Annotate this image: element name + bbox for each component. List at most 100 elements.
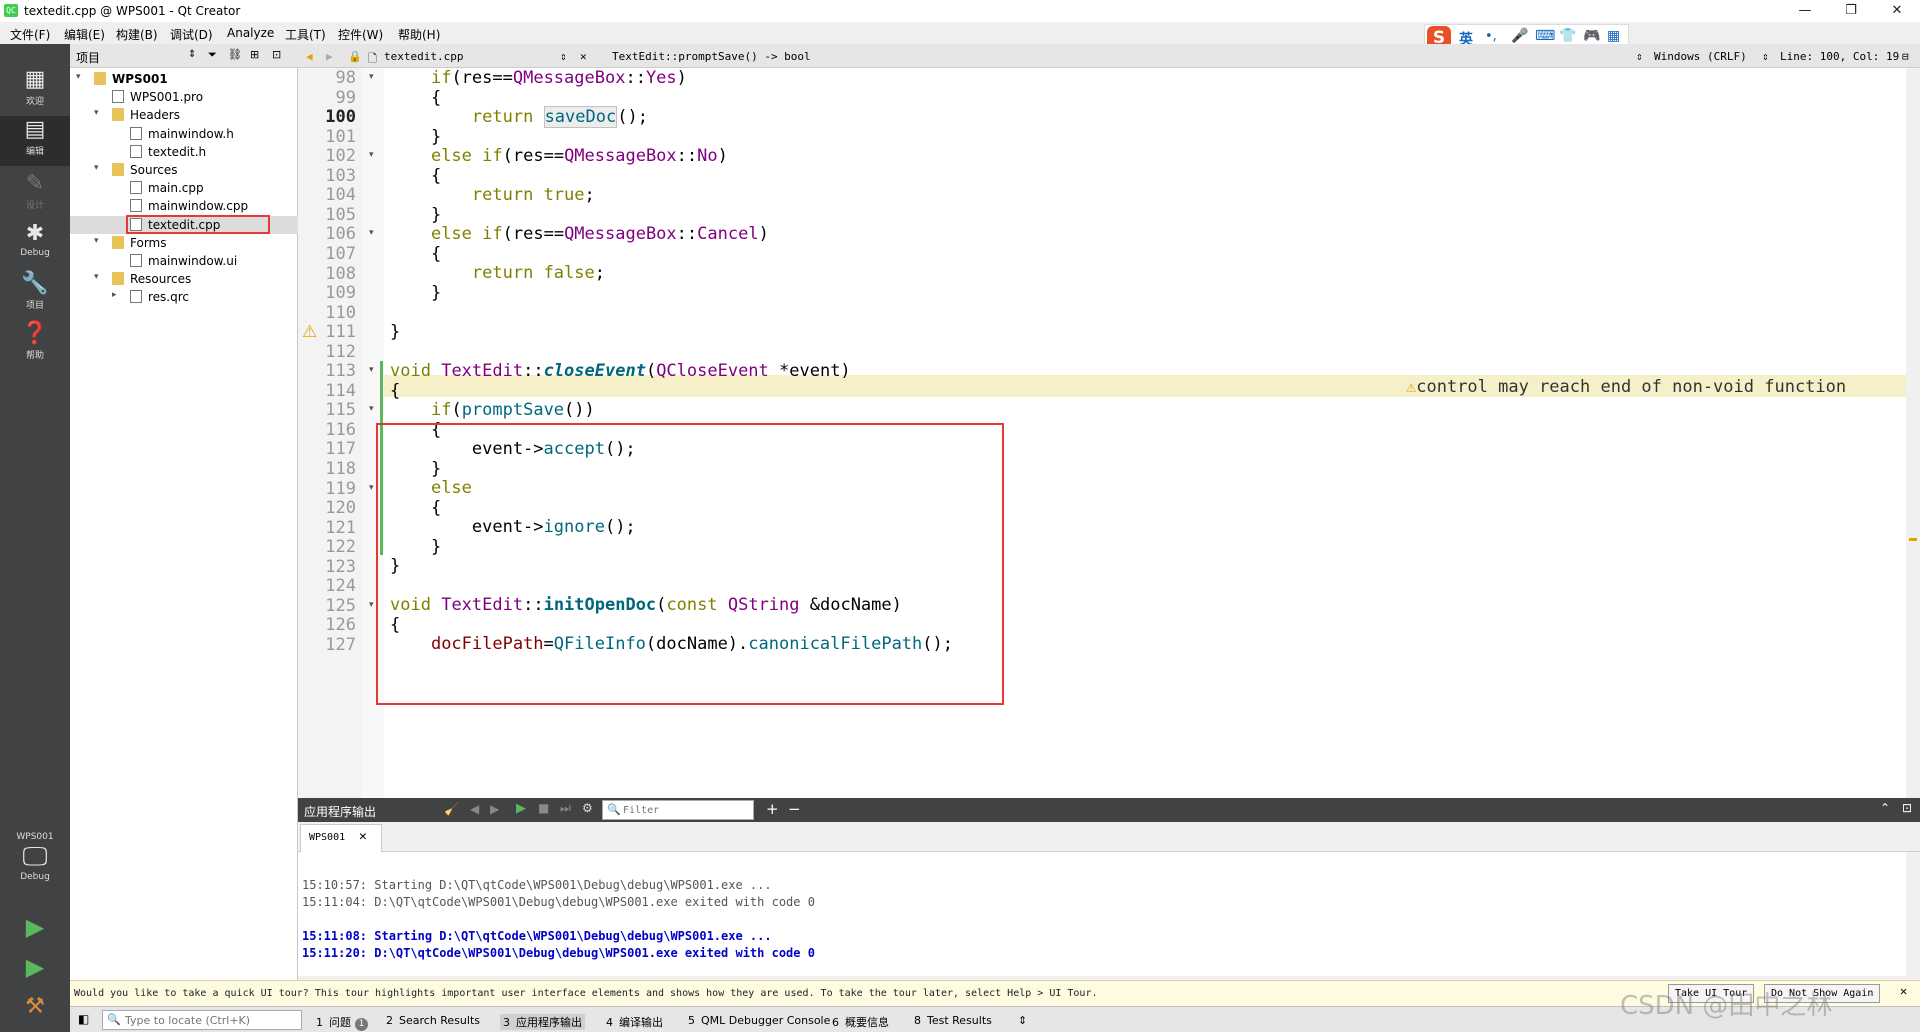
cursor-position[interactable]: Line: 100, Col: 19 <box>1780 50 1899 63</box>
chevron-updown-icon[interactable]: ⇕ <box>560 50 567 63</box>
output-pane-tab-1[interactable]: 1 问题 1 <box>316 1014 368 1031</box>
menu-edit[interactable]: 编辑(E) <box>64 26 105 43</box>
filter-field[interactable]: 🔍 <box>602 800 754 820</box>
output-pane-tab-6[interactable]: 6 概要信息 <box>832 1014 889 1030</box>
tree-item-main-cpp[interactable]: main.cpp <box>70 179 298 197</box>
output-pane-tab-2[interactable]: 2 Search Results <box>386 1014 480 1027</box>
tree-item-sources[interactable]: ▾ Sources <box>70 161 298 179</box>
line-ending-selector[interactable]: Windows (CRLF) <box>1654 50 1747 63</box>
filter-icon[interactable]: ⏷ <box>208 48 217 62</box>
mode-projects[interactable]: 🔧 项目 <box>0 270 70 320</box>
tree-item-mainwindow-cpp[interactable]: mainwindow.cpp <box>70 197 298 215</box>
punctuation-icon[interactable]: •, <box>1485 29 1497 44</box>
chevron-down-icon[interactable]: ▾ <box>94 236 99 246</box>
fold-marker-icon[interactable]: ▾ <box>369 228 374 238</box>
maximize-button[interactable]: ❐ <box>1828 0 1874 22</box>
microphone-icon[interactable]: 🎤 <box>1511 28 1528 44</box>
attach-icon[interactable]: ⏭ <box>560 801 571 816</box>
fold-marker-icon[interactable]: ▾ <box>369 483 374 493</box>
rerun-icon[interactable]: ▶ <box>516 801 526 816</box>
minus-icon[interactable]: − <box>788 800 801 818</box>
mode-welcome[interactable]: ▦ 欢迎 <box>0 66 70 116</box>
maximize-pane-icon[interactable]: ⌃ <box>1880 801 1890 815</box>
add-icon[interactable]: + <box>766 800 779 818</box>
tree-item-wps001[interactable]: ▾ WPS001 <box>70 70 298 88</box>
game-icon[interactable]: 🎮 <box>1583 28 1600 44</box>
chevron-updown-icon[interactable]: ⇕ <box>1018 1014 1027 1027</box>
chevron-down-icon[interactable]: ▾ <box>94 163 99 173</box>
mode-debug[interactable]: ✱ Debug <box>0 220 70 270</box>
close-document-icon[interactable]: ✕ <box>580 50 587 63</box>
fold-marker-icon[interactable]: ▾ <box>369 365 374 375</box>
output-pane-tab-4[interactable]: 4 编译输出 <box>606 1014 663 1030</box>
debug-run-icon[interactable]: ▶ <box>22 954 48 980</box>
chevron-down-icon[interactable]: ▾ <box>94 272 99 282</box>
stop-icon[interactable]: ■ <box>538 801 549 815</box>
symbol-selector[interactable]: TextEdit::promptSave() -> bool <box>612 50 811 63</box>
close-button[interactable]: ✕ <box>1874 0 1920 22</box>
split-editor-icon[interactable]: ⊟ <box>1902 50 1909 63</box>
tree-item-mainwindow-h[interactable]: mainwindow.h <box>70 125 298 143</box>
chevron-down-icon[interactable]: ▾ <box>76 72 81 82</box>
filter-input[interactable] <box>623 802 751 818</box>
back-arrow-icon[interactable]: ◀ <box>470 802 479 816</box>
output-pane-tab-5[interactable]: 5 QML Debugger Console <box>688 1014 830 1027</box>
run-icon[interactable]: ▶ <box>22 914 48 940</box>
mode-design[interactable]: ✎ 设计 <box>0 170 70 220</box>
gear-icon[interactable]: ⚙ <box>582 801 593 815</box>
output-pane-tab-3[interactable]: 3 应用程序输出 <box>500 1014 585 1030</box>
split-icon[interactable]: ⊞ <box>250 48 259 61</box>
menu-analyze[interactable]: Analyze <box>227 26 274 40</box>
locator-field[interactable]: 🔍 <box>102 1010 302 1030</box>
output-vertical-scrollbar[interactable] <box>1906 852 1920 976</box>
menu-debug[interactable]: 调试(D) <box>170 26 213 43</box>
open-file-name[interactable]: textedit.cpp <box>384 50 463 63</box>
chevron-updown-icon[interactable]: ⇕ <box>1762 50 1769 63</box>
toolbox-icon[interactable]: ▦ <box>1607 28 1620 44</box>
menu-help[interactable]: 帮助(H) <box>398 26 440 43</box>
kit-selector[interactable]: WPS001 🖵 Debug <box>0 832 70 882</box>
editor-vertical-scrollbar[interactable] <box>1906 68 1920 798</box>
close-panel-icon[interactable]: ⊡ <box>272 48 281 61</box>
application-output[interactable]: 15:10:57: Starting D:\QT\qtCode\WPS001\D… <box>298 852 1906 976</box>
forward-arrow-icon[interactable]: ▶ <box>490 802 499 816</box>
clean-icon[interactable]: 🧹 <box>444 802 459 816</box>
forward-arrow-icon[interactable]: ▶ <box>326 50 333 63</box>
minimize-button[interactable]: — <box>1782 0 1828 22</box>
warning-icon[interactable]: ⚠ <box>302 322 317 342</box>
skin-icon[interactable]: 👕 <box>1559 28 1576 44</box>
menu-build[interactable]: 构建(B) <box>116 26 158 43</box>
fold-marker-icon[interactable]: ▾ <box>369 600 374 610</box>
chevron-right-icon[interactable]: ▸ <box>112 290 117 300</box>
fold-marker-icon[interactable]: ▾ <box>369 150 374 160</box>
tree-item-headers[interactable]: ▾ Headers <box>70 106 298 124</box>
tree-item-textedit-h[interactable]: textedit.h <box>70 143 298 161</box>
link-icon[interactable]: ⛓ <box>228 48 242 61</box>
keyboard-icon[interactable]: ⌨ <box>1535 28 1555 44</box>
output-tab-wps001[interactable]: WPS001 ✕ <box>300 824 382 852</box>
mode-help[interactable]: ❓ 帮助 <box>0 320 70 370</box>
tree-item-resources[interactable]: ▾ Resources <box>70 270 298 288</box>
build-hammer-icon[interactable]: ⚒ <box>22 994 48 1020</box>
tree-item-wps001-pro[interactable]: WPS001.pro <box>70 88 298 106</box>
mode-edit[interactable]: ▤ 编辑 <box>0 116 70 166</box>
menu-tools[interactable]: 工具(T) <box>285 26 326 43</box>
output-pane-tab-8[interactable]: 8 Test Results <box>914 1014 992 1027</box>
locator-input[interactable] <box>125 1013 299 1028</box>
tree-item-mainwindow-ui[interactable]: mainwindow.ui <box>70 252 298 270</box>
chevron-down-icon[interactable]: ▾ <box>94 108 99 118</box>
back-arrow-icon[interactable]: ◀ <box>306 50 313 63</box>
menu-controls[interactable]: 控件(W) <box>338 26 383 43</box>
tree-item-forms[interactable]: ▾ Forms <box>70 234 298 252</box>
close-tour-icon[interactable]: ✕ <box>1900 984 1907 998</box>
close-tab-icon[interactable]: ✕ <box>359 829 367 844</box>
sidebar-toggle-icon[interactable]: ◧ <box>78 1012 89 1026</box>
close-pane-icon[interactable]: ⊡ <box>1902 801 1912 815</box>
fold-marker-icon[interactable]: ▾ <box>369 72 374 82</box>
chevron-updown-icon[interactable]: ⇕ <box>188 49 196 60</box>
menu-file[interactable]: 文件(F) <box>10 26 50 43</box>
fold-marker-icon[interactable]: ▾ <box>369 404 374 414</box>
chevron-updown-icon[interactable]: ⇕ <box>1636 50 1643 63</box>
project-panel-header: 项目 ⇕ ⏷ ⛓ ⊞ ⊡ <box>70 44 298 68</box>
tree-item-res-qrc[interactable]: ▸ res.qrc <box>70 288 298 306</box>
